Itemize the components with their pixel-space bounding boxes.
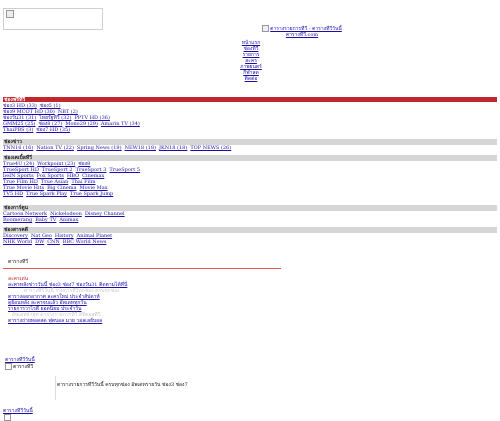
channel-link[interactable]: BBC World News [63, 239, 107, 245]
thumbnail-icon [5, 363, 12, 370]
channel-row: NHK World DW CNN BBC World News [3, 239, 497, 245]
small-image-icon [4, 414, 11, 421]
banner-line-2[interactable]: ตารางทีวี.com [286, 32, 318, 38]
banner-image-icon [262, 25, 270, 32]
channel-link[interactable]: CNN [47, 239, 60, 245]
channel-link[interactable]: True Spark Play [26, 191, 67, 197]
heading-underline [3, 268, 281, 269]
channel-link[interactable]: TV5 HD [3, 191, 23, 197]
channel-row: TNN16 (16) Nation TV (22) Spring News (19)… [3, 145, 497, 151]
channel-link[interactable]: Baby TV [35, 217, 56, 223]
channel-section-news: ช่องข่าว TNN16 (16) Nation TV (22) Spring … [3, 139, 497, 151]
channel-link[interactable]: JKN18 (18) [159, 145, 187, 151]
channel-link[interactable]: Disney Channel [85, 211, 125, 217]
channel-link[interactable]: NEW18 (18) [125, 145, 156, 151]
channel-link[interactable]: Amarin TV (34) [101, 121, 140, 127]
schedule-heading: ตารางทีวี [8, 259, 29, 265]
featured-block: ละครเด่น ละครหลังข่าววันนี้ ช่อง3 ช่อง7 … [8, 276, 268, 324]
channel-row: ThaiPBS (3) ช่อง7 HD (35) [3, 127, 497, 133]
channel-link[interactable]: ThaiPBS (3) [3, 127, 33, 133]
channel-section-cartoon: ช่องการ์ตูน Cartoon Network Nickelodeon Di… [3, 205, 497, 223]
channel-link[interactable]: ช่อง7 HD (35) [36, 127, 70, 133]
channel-row: TV5 HD True Spark Play True Spark Jump [3, 191, 497, 197]
featured-link[interactable]: ตารางถ่ายทอดสด ฟุตบอล มวย วอลเลย์บอล [8, 318, 102, 324]
broken-image-icon [6, 10, 14, 18]
channel-link[interactable]: DW [35, 239, 44, 245]
list-description: ตารางรายการทีวีวันนี้ ครบทุกช่อง อัพเดทร… [57, 382, 188, 388]
channel-link[interactable]: Nation TV (22) [36, 145, 74, 151]
nav-item-7[interactable]: ติดต่อ [245, 76, 258, 82]
site-logo[interactable] [3, 8, 103, 30]
header-banner[interactable]: ตารางรายการทีวี - ตารางทีวีวันนี้ ตารางท… [232, 25, 372, 38]
channel-section-cable: ช่องเคเบิ้ลทีวี True4U (24) Workpoint (23… [3, 155, 497, 197]
column-divider [55, 376, 56, 400]
today-list: ตารางทีวีวันนี้ ตารางทีวี ตารางรายการทีว… [5, 357, 265, 388]
channel-link[interactable]: NHK World [3, 239, 32, 245]
channel-section-free-tv: ช่องฟรีทีวี ช่อง3 HD (33) ช่อง5 (1) ช่อง9… [3, 97, 497, 133]
channel-link[interactable]: True Spark Jump [70, 191, 113, 197]
channel-link[interactable]: Animax [59, 217, 78, 223]
top-nav: หน้าแรก ช่องทีวี รายการ ละคร ภาพยนตร์ กี… [226, 40, 276, 82]
channel-section-documentary: ช่องสารคดี Discovery Nat Geo History Animal… [3, 227, 497, 245]
list-caption: ตารางทีวี [13, 364, 34, 370]
channel-link[interactable]: Spring News (19) [77, 145, 122, 151]
channel-link[interactable]: TrueSport 5 [109, 167, 140, 173]
channel-link[interactable]: TNN16 (16) [3, 145, 33, 151]
footer-pager: ตารางทีวีวันนี้ [3, 408, 33, 421]
channel-link[interactable]: Boomerang [3, 217, 32, 223]
channel-link[interactable]: TOP NEWS (26) [190, 145, 231, 151]
channel-row: Boomerang Baby TV Animax [3, 217, 497, 223]
